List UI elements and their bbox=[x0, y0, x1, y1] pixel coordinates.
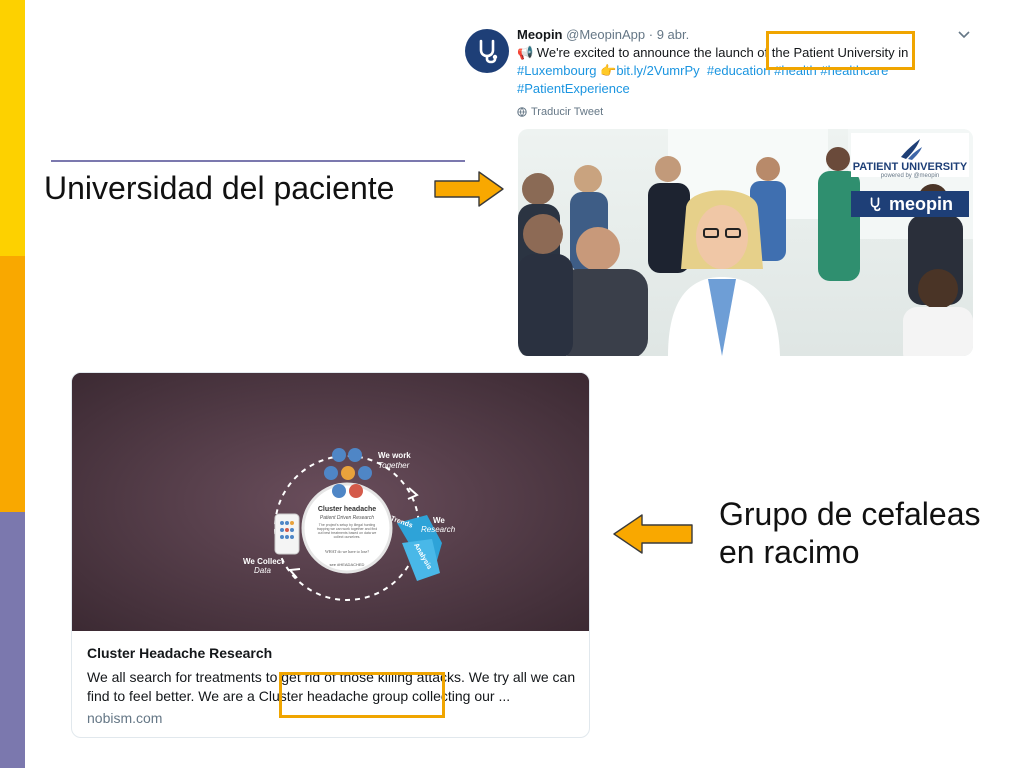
translate-label[interactable]: Traducir Tweet bbox=[531, 106, 603, 118]
meopin-brand-badge: meopin bbox=[851, 191, 969, 217]
highlight-box-card bbox=[279, 672, 445, 718]
brand-text: meopin bbox=[888, 193, 953, 214]
image-label-we-collect: We Collect bbox=[243, 557, 284, 566]
stethoscope-icon bbox=[870, 197, 881, 212]
author-name[interactable]: Meopin bbox=[517, 27, 563, 42]
research-cycle-graphic bbox=[72, 373, 589, 631]
tweet-text-part1: 📢 We're excited to announce the launch o… bbox=[517, 45, 772, 60]
card-domain[interactable]: nobism.com bbox=[87, 710, 162, 726]
chevron-down-icon[interactable] bbox=[957, 30, 971, 40]
side-bar-orange bbox=[0, 256, 25, 512]
cluster-label-line1: Grupo de cefaleas bbox=[719, 496, 981, 532]
image-center-question: WHAT do we have to lose? bbox=[324, 549, 370, 554]
flame-logo-icon bbox=[901, 139, 922, 160]
stethoscope-icon bbox=[479, 39, 498, 64]
translate-tweet[interactable]: Traducir Tweet bbox=[517, 106, 603, 118]
image-center-tag: see #HEADACHED bbox=[329, 562, 365, 567]
image-center-body: The project's setup by illegal hunting t… bbox=[316, 523, 378, 539]
short-link[interactable]: bit.ly/2VumrPy bbox=[616, 63, 699, 78]
hashtag-patientexperience[interactable]: #PatientExperience bbox=[517, 81, 630, 96]
pointer-emoji: 👉 bbox=[600, 63, 617, 78]
card-image: Cluster headache Patient Driven Research… bbox=[72, 373, 589, 631]
separator: · bbox=[648, 27, 654, 42]
hashtag-education[interactable]: #education bbox=[707, 63, 771, 78]
image-label-research: Research bbox=[421, 525, 456, 534]
highlight-box-tweet bbox=[766, 31, 915, 70]
tweet-date[interactable]: 9 abr. bbox=[657, 27, 690, 42]
image-label-we: We bbox=[433, 516, 445, 525]
image-center-title: Cluster headache bbox=[317, 506, 377, 513]
patient-university-logo: PATIENT UNIVERSITY powered by @meopin bbox=[851, 133, 969, 179]
image-label-together: Together bbox=[378, 461, 410, 470]
hashtag-luxembourg[interactable]: #Luxembourg bbox=[517, 63, 597, 78]
arrow-right-icon bbox=[434, 171, 504, 207]
avatar[interactable] bbox=[465, 29, 509, 73]
heading-underline bbox=[51, 160, 465, 162]
image-label-we-work: We work bbox=[378, 451, 411, 460]
image-label-data: Data bbox=[254, 566, 271, 575]
logo-title: PATIENT UNIVERSITY bbox=[852, 161, 968, 173]
side-bar-yellow bbox=[0, 0, 25, 256]
globe-icon bbox=[517, 107, 527, 117]
patient-university-label: Universidad del paciente bbox=[44, 170, 395, 206]
cluster-label-line2: en racimo bbox=[719, 534, 860, 570]
cluster-group-label: Grupo de cefaleas en racimo bbox=[719, 495, 981, 571]
card-title[interactable]: Cluster Headache Research bbox=[87, 645, 272, 661]
author-handle[interactable]: @MeopinApp bbox=[566, 27, 645, 42]
side-bar-purple bbox=[0, 512, 25, 768]
tweet-media-image[interactable]: PATIENT UNIVERSITY powered by @meopin me… bbox=[518, 129, 973, 356]
arrow-left-icon bbox=[613, 514, 693, 554]
logo-subtitle: powered by @meopin bbox=[880, 173, 940, 179]
image-center-subtitle: Patient Driven Research bbox=[319, 515, 375, 521]
